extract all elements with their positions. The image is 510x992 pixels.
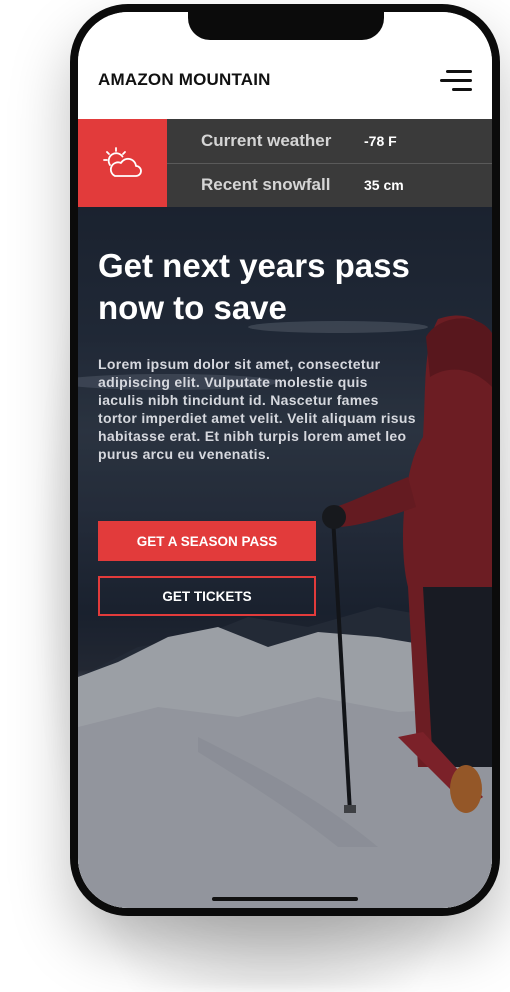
partly-cloudy-icon: [102, 147, 142, 177]
tickets-button[interactable]: GET TICKETS: [98, 576, 316, 616]
phone-notch: [188, 12, 384, 40]
hero-description: Lorem ipsum dolor sit amet, consectetur …: [98, 356, 416, 462]
recent-snowfall-label: Recent snowfall: [201, 175, 331, 194]
current-weather-label: Current weather: [201, 131, 332, 150]
phone-frame: AMAZON MOUNTAIN Current weather -78 F Re…: [70, 4, 500, 916]
home-indicator: [212, 897, 358, 901]
current-weather-row: Current weather -78 F: [167, 119, 492, 164]
hero-title: Get next years pass now to save: [98, 247, 410, 326]
phone-screen: AMAZON MOUNTAIN Current weather -78 F Re…: [78, 12, 492, 908]
current-weather-value: -78 F: [364, 133, 397, 149]
hamburger-menu-icon[interactable]: [440, 68, 472, 94]
weather-icon-tile: [78, 119, 167, 207]
recent-snowfall-value: 35 cm: [364, 177, 404, 193]
hero-section: Get next years pass now to save Lorem ip…: [78, 207, 492, 908]
brand-title: AMAZON MOUNTAIN: [98, 70, 271, 89]
weather-bar: Current weather -78 F Recent snowfall 35…: [78, 119, 492, 207]
recent-snowfall-row: Recent snowfall 35 cm: [167, 163, 492, 207]
season-pass-button[interactable]: GET A SEASON PASS: [98, 521, 316, 561]
